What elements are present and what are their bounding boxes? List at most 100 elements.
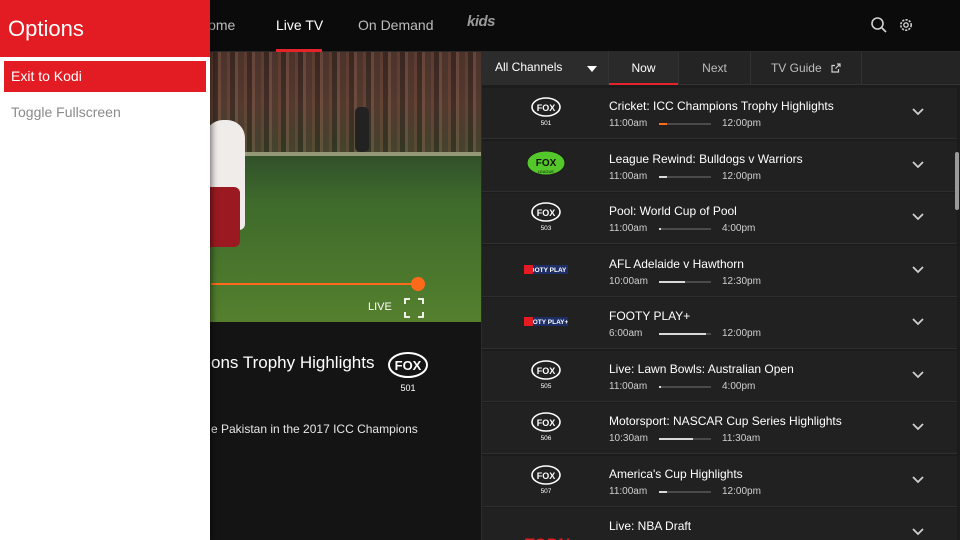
- tab-now-label: Now: [631, 61, 656, 75]
- chevron-down-icon[interactable]: [912, 213, 924, 221]
- program-title: Live: NBA Draft: [609, 519, 692, 533]
- options-menu: Options Exit to Kodi Toggle Fullscreen: [0, 0, 210, 540]
- fox-sports-logo: FOX 501: [388, 352, 428, 393]
- chevron-down-icon: [587, 66, 597, 72]
- svg-text:ESPN: ESPN: [523, 535, 570, 540]
- svg-text:FOX: FOX: [536, 158, 557, 169]
- program-progress-fill: [659, 175, 667, 178]
- gear-icon[interactable]: [897, 16, 915, 34]
- program-title: ons Trophy Highlights: [211, 353, 375, 372]
- channel-row[interactable]: FOX 507 America's Cup Highlights 11:00am 12:…: [482, 455, 957, 507]
- program-description: e Pakistan in the 2017 ICC Champions: [211, 422, 418, 436]
- svg-text:503: 503: [541, 225, 552, 232]
- program-progress-fill: [659, 280, 685, 283]
- start-time: 11:00am: [609, 170, 648, 182]
- channel-row[interactable]: FOX LEAGUE League Rewind: Bulldogs v Warri…: [482, 140, 957, 192]
- channel-row[interactable]: FOOTY PLAY AFL Adelaide v Hawthorn 10:00am…: [482, 245, 957, 297]
- video-referee: [355, 107, 369, 152]
- program-title: Cricket: ICC Champions Trophy Highlights: [609, 99, 834, 113]
- svg-text:FOX: FOX: [537, 103, 556, 113]
- program-progress-bar: [659, 385, 711, 388]
- tab-tv-guide[interactable]: TV Guide: [750, 52, 862, 85]
- start-time: 11:00am: [609, 380, 648, 392]
- channel-logo-fox-sports-506: FOX 506: [531, 412, 561, 442]
- end-time: 11:30am: [722, 433, 761, 444]
- program-progress-fill: [659, 123, 667, 125]
- svg-text:506: 506: [541, 435, 552, 442]
- program-title: Pool: World Cup of Pool: [609, 204, 737, 218]
- svg-text:501: 501: [541, 120, 552, 127]
- chevron-down-icon[interactable]: [912, 370, 924, 379]
- svg-text:FOX: FOX: [537, 208, 556, 218]
- options-title: Options: [8, 16, 84, 41]
- chevron-down-icon[interactable]: [912, 528, 924, 536]
- program-progress-bar: [659, 438, 711, 440]
- channel-list-scrollbar[interactable]: [955, 152, 959, 210]
- chevron-down-icon[interactable]: [912, 265, 924, 274]
- program-progress-bar: [659, 280, 711, 283]
- tab-next[interactable]: Next: [678, 52, 750, 85]
- video-player-figure-2: [205, 187, 240, 247]
- start-time: 10:30am: [609, 433, 648, 444]
- fullscreen-icon[interactable]: [404, 298, 424, 318]
- end-time: 4:00pm: [722, 223, 756, 234]
- program-progress-fill: [659, 438, 693, 440]
- channel-row[interactable]: FOX 503 Pool: World Cup of Pool 11:00am 4:00…: [482, 193, 957, 244]
- filter-bar: All Channels Now Next TV Guide: [482, 52, 960, 85]
- channel-logo-fox-sports-505: FOX 505: [531, 359, 561, 390]
- program-title: AFL Adelaide v Hawthorn: [609, 256, 744, 271]
- program-progress-fill: [659, 333, 706, 335]
- channel-logo-footy-play: FOOTY PLAY: [524, 264, 568, 274]
- nav-kids[interactable]: kids: [467, 13, 496, 30]
- start-time: 11:00am: [609, 118, 648, 129]
- program-title: Motorsport: NASCAR Cup Series Highlights: [609, 414, 842, 428]
- svg-text:FOX: FOX: [537, 366, 556, 376]
- channel-logo-fox-sports-501: FOX 501: [531, 97, 561, 127]
- nav-live-tv[interactable]: Live TV: [276, 17, 323, 33]
- channel-logo-footy-play-plus: FOOTY PLAY+: [524, 317, 569, 326]
- program-title: Live: Lawn Bowls: Australian Open: [609, 361, 794, 376]
- video-progress-knob[interactable]: [411, 277, 425, 291]
- program-progress-fill: [659, 385, 661, 388]
- tab-next-label: Next: [702, 61, 727, 75]
- chevron-down-icon[interactable]: [912, 475, 924, 484]
- options-header: Options: [0, 0, 210, 57]
- tab-tv-guide-label: TV Guide: [770, 61, 822, 75]
- app-root: Home Live TV On Demand kids LIVE ons Tro…: [0, 0, 960, 540]
- chevron-down-icon[interactable]: [912, 318, 924, 326]
- channel-row[interactable]: FOX 505 Live: Lawn Bowls: Australian Open 1…: [482, 350, 957, 402]
- program-progress-fill: [659, 228, 661, 230]
- channel-row[interactable]: FOX 501 Cricket: ICC Champions Trophy High…: [482, 88, 957, 139]
- svg-text:FOX: FOX: [537, 471, 556, 481]
- nav-on-demand[interactable]: On Demand: [358, 17, 433, 33]
- channel-row[interactable]: FOOTY PLAY+ FOOTY PLAY+ 6:00am 12:00pm: [482, 298, 957, 349]
- program-progress-fill: [659, 490, 667, 493]
- channel-row[interactable]: FOX 506 Motorsport: NASCAR Cup Series High…: [482, 403, 957, 454]
- svg-text:505: 505: [541, 383, 552, 390]
- channel-row[interactable]: ESPN Live: NBA Draft: [482, 508, 957, 540]
- option-toggle-fullscreen[interactable]: Toggle Fullscreen: [4, 97, 206, 128]
- chevron-down-icon[interactable]: [912, 160, 924, 169]
- chevron-down-icon[interactable]: [912, 423, 924, 431]
- channel-panel: All Channels Now Next TV Guide FOX 501 Cri…: [481, 52, 960, 540]
- channel-logo-fox-sports-503: FOX 503: [531, 202, 561, 232]
- search-icon[interactable]: [870, 16, 888, 34]
- program-progress-bar: [659, 490, 711, 493]
- channel-filter-dropdown[interactable]: All Channels: [482, 52, 608, 85]
- channel-logo-fox-more-507: FOX 507: [531, 464, 561, 495]
- svg-text:LEAGUE: LEAGUE: [538, 169, 555, 174]
- program-progress-bar: [659, 123, 711, 125]
- chevron-down-icon[interactable]: [912, 108, 924, 116]
- program-title: America's Cup Highlights: [609, 466, 743, 481]
- start-time: 10:00am: [609, 275, 648, 287]
- video-progress-bar[interactable]: [211, 283, 418, 285]
- svg-text:507: 507: [541, 488, 552, 495]
- end-time: 12:00pm: [722, 328, 761, 339]
- end-time: 12:00pm: [722, 485, 761, 497]
- option-exit-to-kodi[interactable]: Exit to Kodi: [4, 61, 206, 92]
- tab-now[interactable]: Now: [608, 52, 678, 85]
- channel-logo-fox-league: FOXLEAGUE: [526, 150, 566, 175]
- end-time: 12:00pm: [722, 118, 761, 129]
- program-progress-bar: [659, 175, 711, 178]
- end-time: 12:00pm: [722, 170, 761, 182]
